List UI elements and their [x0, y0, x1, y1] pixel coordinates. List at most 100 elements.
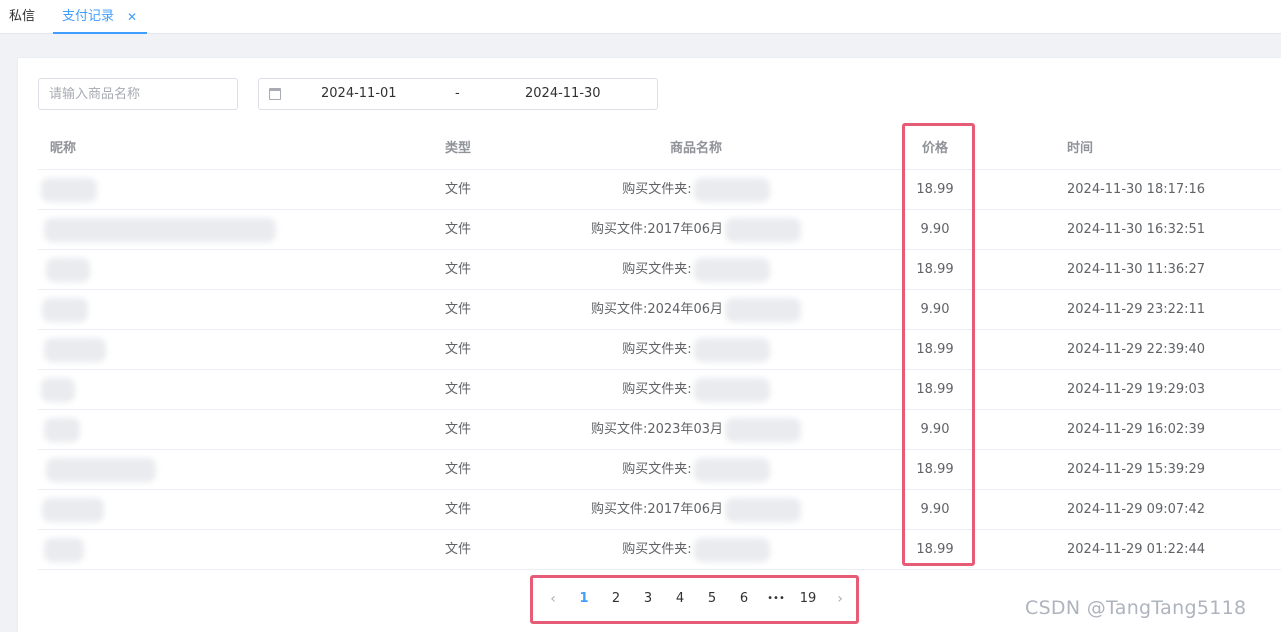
cell-product: 购买文件夹: — [558, 370, 834, 409]
page-5[interactable]: 5 — [696, 583, 728, 615]
product-text: 购买文件夹: — [622, 182, 692, 197]
cell-price: 18.99 — [916, 182, 954, 197]
cell-time: 2024-11-30 18:17:16 — [1067, 182, 1206, 197]
cell-product: 购买文件夹: — [558, 170, 834, 209]
cell-product: 购买文件夹: — [558, 530, 834, 569]
nickname-redacted — [42, 498, 104, 522]
nickname-redacted — [44, 538, 84, 562]
cell-type: 文件 — [444, 382, 471, 397]
page-6[interactable]: 6 — [728, 583, 760, 615]
product-text: 购买文件夹: — [622, 262, 692, 277]
cell-time: 2024-11-29 19:29:03 — [1067, 382, 1206, 397]
table-header: 昵称 类型 商品名称 价格 时间 — [38, 129, 1281, 170]
product-text: 购买文件:2024年06月 — [590, 302, 723, 317]
table-row: 文件 购买文件:2023年03月 9.90 2024-11-29 16:02:3… — [38, 410, 1281, 450]
date-end[interactable]: 2024-11-30 — [525, 79, 645, 109]
product-redacted — [725, 297, 801, 322]
cell-price: 9.90 — [920, 502, 950, 517]
product-text: 购买文件:2017年06月 — [590, 502, 723, 517]
tab-private-message[interactable]: 私信 — [9, 0, 35, 34]
nickname-redacted — [41, 178, 97, 202]
cell-price: 9.90 — [920, 422, 950, 437]
cell-time: 2024-11-30 11:36:27 — [1067, 262, 1206, 277]
cell-product: 购买文件:2023年03月 — [558, 410, 834, 449]
column-header-product: 商品名称 — [669, 141, 722, 156]
cell-price: 9.90 — [920, 222, 950, 237]
cell-time: 2024-11-29 22:39:40 — [1067, 342, 1206, 357]
page-1[interactable]: 1 — [568, 583, 600, 615]
nickname-redacted — [42, 298, 88, 322]
page-3[interactable]: 3 — [632, 583, 664, 615]
product-redacted — [693, 177, 770, 202]
cell-type: 文件 — [444, 422, 471, 437]
table-row: 文件 购买文件夹: 18.99 2024-11-29 22:39:40 — [38, 330, 1281, 370]
date-start[interactable]: 2024-11-01 — [321, 79, 441, 109]
nickname-redacted — [46, 458, 156, 482]
nickname-redacted — [41, 378, 75, 402]
tab-label: 支付记录 — [62, 9, 115, 24]
cell-type: 文件 — [444, 462, 471, 477]
cell-product: 购买文件:2024年06月 — [558, 290, 834, 329]
watermark: CSDN @TangTang5118 — [1025, 597, 1247, 619]
product-text: 购买文件夹: — [622, 382, 692, 397]
product-text: 购买文件夹: — [622, 342, 692, 357]
next-page-icon[interactable]: › — [824, 583, 856, 615]
cell-price: 18.99 — [916, 262, 954, 277]
cell-type: 文件 — [444, 502, 471, 517]
product-redacted — [725, 217, 801, 242]
cell-product: 购买文件夹: — [558, 450, 834, 489]
column-header-price: 价格 — [921, 141, 948, 156]
product-text: 购买文件夹: — [622, 542, 692, 557]
cell-time: 2024-11-29 15:39:29 — [1067, 462, 1206, 477]
nickname-redacted — [44, 218, 276, 242]
product-redacted — [725, 417, 801, 442]
close-icon[interactable]: ✕ — [127, 0, 137, 34]
cell-time: 2024-11-29 23:22:11 — [1067, 302, 1206, 317]
cell-time: 2024-11-29 09:07:42 — [1067, 502, 1206, 517]
more-pages-icon[interactable]: ••• — [760, 583, 792, 615]
cell-price: 18.99 — [916, 462, 954, 477]
table-row: 文件 购买文件:2017年06月 9.90 2024-11-29 09:07:4… — [38, 490, 1281, 530]
date-range-picker[interactable]: 2024-11-01 - 2024-11-30 — [258, 78, 658, 110]
cell-product: 购买文件夹: — [558, 250, 834, 289]
page-19[interactable]: 19 — [792, 583, 824, 615]
cell-type: 文件 — [444, 222, 471, 237]
cell-price: 18.99 — [916, 542, 954, 557]
prev-page-icon[interactable]: ‹ — [537, 583, 569, 615]
product-redacted — [693, 257, 770, 282]
page-2[interactable]: 2 — [600, 583, 632, 615]
product-redacted — [693, 537, 770, 562]
payment-records-table: 昵称 类型 商品名称 价格 时间 文件 购买文件夹: 18.99 2024-11… — [38, 129, 1281, 570]
tab-bar: 私信 支付记录 ✕ — [0, 0, 1281, 34]
cell-product: 购买文件:2017年06月 — [558, 210, 834, 249]
product-redacted — [693, 377, 770, 402]
cell-type: 文件 — [444, 262, 471, 277]
cell-product: 购买文件夹: — [558, 330, 834, 369]
tab-payment-records[interactable]: 支付记录 ✕ — [53, 0, 147, 34]
cell-price: 18.99 — [916, 382, 954, 397]
calendar-icon — [269, 88, 281, 100]
product-redacted — [725, 497, 801, 522]
cell-time: 2024-11-29 01:22:44 — [1067, 542, 1206, 557]
product-text: 购买文件夹: — [622, 462, 692, 477]
table-row: 文件 购买文件夹: 18.99 2024-11-29 01:22:44 — [38, 530, 1281, 570]
cell-type: 文件 — [444, 302, 471, 317]
nickname-redacted — [44, 418, 80, 442]
cell-price: 18.99 — [916, 342, 954, 357]
product-text: 购买文件:2017年06月 — [590, 222, 723, 237]
table-row: 文件 购买文件夹: 18.99 2024-11-30 11:36:27 — [38, 250, 1281, 290]
product-text: 购买文件:2023年03月 — [590, 422, 723, 437]
nickname-redacted — [44, 338, 106, 362]
nickname-redacted — [46, 258, 90, 282]
table-row: 文件 购买文件:2024年06月 9.90 2024-11-29 23:22:1… — [38, 290, 1281, 330]
cell-price: 9.90 — [920, 302, 950, 317]
product-name-search-input[interactable] — [38, 78, 238, 110]
cell-time: 2024-11-30 16:32:51 — [1067, 222, 1206, 237]
table-row: 文件 购买文件夹: 18.99 2024-11-29 19:29:03 — [38, 370, 1281, 410]
table-row: 文件 购买文件夹: 18.99 2024-11-30 18:17:16 — [38, 170, 1281, 210]
date-separator: - — [455, 86, 460, 101]
product-redacted — [693, 337, 770, 362]
column-header-type: 类型 — [444, 141, 471, 156]
cell-time: 2024-11-29 16:02:39 — [1067, 422, 1206, 437]
page-4[interactable]: 4 — [664, 583, 696, 615]
